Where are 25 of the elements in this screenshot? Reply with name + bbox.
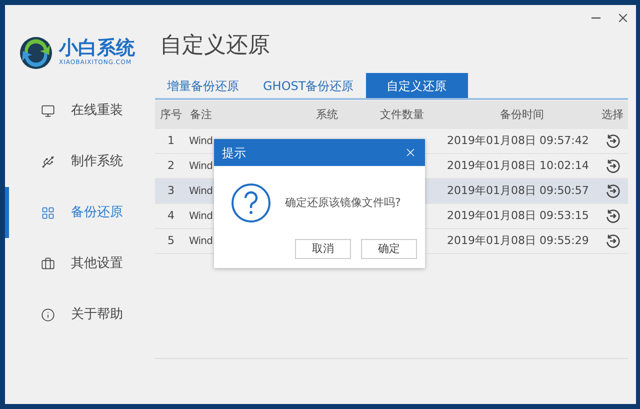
table-cell-text: 2019年01月08日 09:57:42 (447, 132, 589, 149)
table-cell-text: 4 (166, 208, 176, 224)
table-cell-text: Wind (188, 160, 213, 174)
column-header: 文件数量 (379, 106, 425, 123)
table-cell-text: Wind (188, 234, 213, 248)
table-cell-text: 2019年01月08日 09:55:29 (447, 232, 589, 249)
column-header: 备份时间 (499, 106, 545, 123)
table-cell-text: 5 (166, 232, 176, 249)
column-header: 序号 (159, 106, 183, 123)
table-cell-text: 2019年01月08日 10:02:14 (447, 158, 589, 174)
column-header: 选择 (600, 106, 624, 123)
page-title: 自定义还原 (159, 32, 270, 60)
table-cell-text: Wind (188, 184, 213, 198)
table-cell-text: 2019年01月08日 09:50:57 (447, 182, 589, 199)
dialog-title: 提示 (222, 144, 246, 162)
table-cell-text: 3 (166, 182, 176, 199)
table-cell-text: 2 (166, 158, 176, 174)
logo-name: 小白系统 (59, 39, 135, 58)
column-header: 备注 (189, 106, 213, 123)
table-cell-text: Wind (188, 210, 213, 224)
column-header: 系统 (315, 106, 339, 123)
dialog-message: 确定还原该镜像文件吗? (285, 194, 401, 211)
table-cell-text: 1 (166, 132, 176, 149)
table-cell-text: Wind (188, 134, 213, 148)
table-cell-text: 2019年01月08日 09:53:15 (447, 208, 589, 224)
